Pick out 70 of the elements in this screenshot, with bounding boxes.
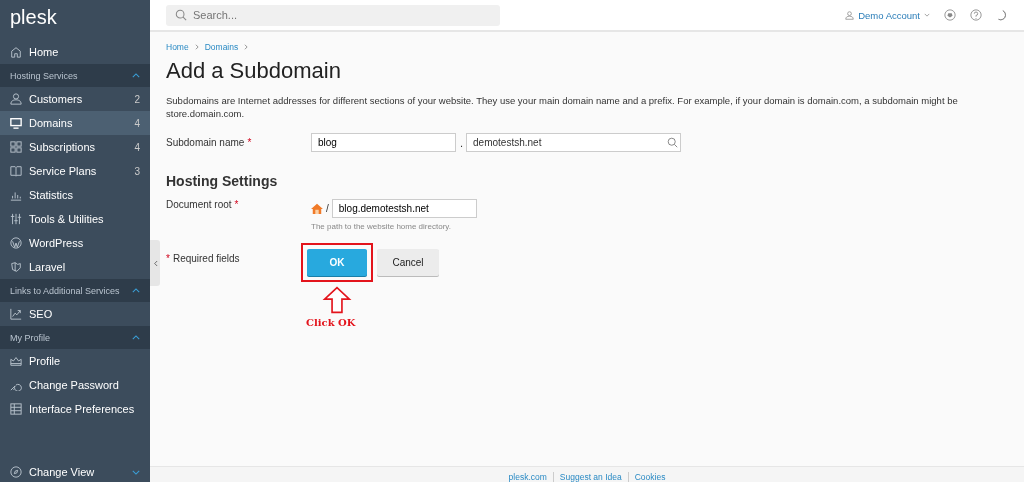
- item-count: 2: [134, 93, 140, 105]
- help-icon[interactable]: [970, 9, 982, 21]
- chevron-icon: [244, 44, 249, 50]
- item-count: 4: [134, 141, 140, 153]
- required-note: Required fields: [172, 253, 240, 264]
- subdomain-input[interactable]: blog: [311, 133, 456, 152]
- sidebar-section-header[interactable]: My Profile: [0, 326, 150, 349]
- sidebar-item[interactable]: Subscriptions 4: [0, 135, 150, 159]
- field-label: Subdomain name: [166, 137, 245, 148]
- book-icon: [10, 165, 22, 177]
- sidebar-item[interactable]: Statistics: [0, 183, 150, 207]
- user-icon: [845, 10, 855, 20]
- sidebar-section-header[interactable]: Hosting Services: [0, 64, 150, 87]
- logo[interactable]: plesk: [0, 0, 150, 40]
- chart-icon: [10, 189, 22, 201]
- required-mark: *: [166, 253, 170, 264]
- footer-link[interactable]: plesk.com: [508, 472, 547, 482]
- field-label: Document root: [166, 199, 232, 210]
- sliders-icon: [10, 213, 22, 225]
- up-arrow-icon: [322, 286, 352, 314]
- user-icon: [10, 93, 22, 105]
- item-count: 3: [134, 165, 140, 177]
- chevron-icon: [132, 73, 140, 78]
- monitor-icon: [10, 117, 22, 129]
- sidebar-item[interactable]: Customers 2: [0, 87, 150, 111]
- breadcrumb-link[interactable]: Domains: [204, 42, 239, 52]
- sidebar-section-header[interactable]: Links to Additional Services: [0, 279, 150, 302]
- breadcrumb-link[interactable]: Home: [166, 42, 189, 52]
- hint-text: The path to the website home directory.: [311, 222, 452, 231]
- footer-link[interactable]: Cookies: [634, 472, 666, 482]
- compass-icon: [10, 466, 22, 478]
- description-text: Subdomains are Internet addresses for different sections of your website. They use your main domain name and a prefix. For example, if your domain is domain.com, a subdomain might be store.domain.com.: [166, 94, 959, 120]
- separator-text: .: [460, 136, 464, 149]
- search-field[interactable]: Search...: [166, 4, 500, 26]
- chevron-icon: [132, 469, 140, 475]
- sidebar-item[interactable]: Laravel: [0, 255, 150, 279]
- chevron-icon: [132, 288, 140, 293]
- domain-select[interactable]: demotestsh.net: [466, 133, 682, 152]
- sidebar-item[interactable]: Domains 4: [0, 111, 150, 135]
- chevron-icon: [194, 44, 199, 50]
- annotation-text: Click OK: [306, 317, 356, 328]
- required-mark: *: [234, 199, 239, 210]
- sidebar-item[interactable]: Change Password: [0, 373, 150, 397]
- required-mark: *: [247, 137, 252, 148]
- home-icon: [311, 203, 323, 214]
- search-icon: [175, 8, 187, 21]
- grid-icon: [10, 141, 22, 153]
- sidebar-item[interactable]: SEO: [0, 302, 150, 326]
- sidebar-item[interactable]: Home: [0, 40, 150, 64]
- change-view-item[interactable]: Change View: [0, 462, 150, 482]
- sidebar-item[interactable]: WordPress: [0, 231, 150, 255]
- item-count: 4: [134, 117, 140, 129]
- moon-icon[interactable]: [996, 9, 1008, 21]
- caret-icon: [924, 13, 930, 17]
- footer-link[interactable]: Suggest an Idea: [559, 472, 622, 482]
- home-icon: [10, 46, 22, 58]
- sidebar-item[interactable]: Profile: [0, 349, 150, 373]
- cancel-button[interactable]: Cancel: [377, 249, 439, 276]
- profile-icon: [10, 355, 22, 367]
- chevron-icon: [132, 335, 140, 340]
- section-heading: Hosting Settings: [166, 173, 279, 189]
- sidebar-item[interactable]: Service Plans 3: [0, 159, 150, 183]
- page-title: Add a Subdomain: [166, 58, 342, 84]
- document-root-input[interactable]: blog.demotestsh.net: [331, 199, 477, 218]
- sidebar-item[interactable]: Interface Preferences: [0, 397, 150, 421]
- collapse-sidebar-handle[interactable]: [150, 240, 160, 286]
- search-icon: [667, 137, 679, 148]
- account-menu[interactable]: Demo Account: [845, 9, 930, 21]
- sidebar-item[interactable]: Tools & Utilities: [0, 207, 150, 231]
- separator-text: /: [326, 203, 329, 214]
